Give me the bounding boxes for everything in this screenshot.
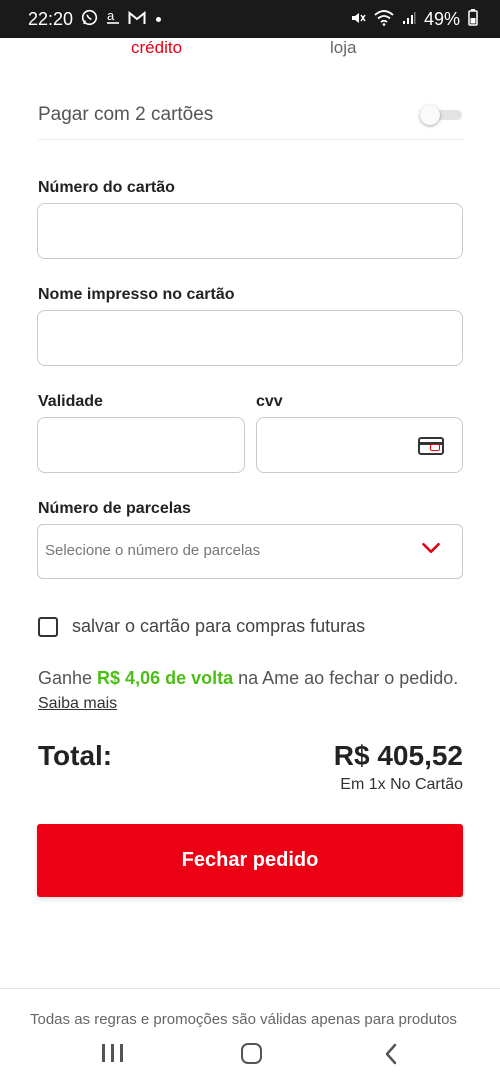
card-number-input[interactable] <box>37 203 463 259</box>
name-on-card-input[interactable] <box>37 310 463 366</box>
name-on-card-label: Nome impresso no cartão <box>38 286 235 303</box>
installments-select[interactable]: Selecione o número de parcelas <box>37 524 463 579</box>
two-cards-row: Pagar com 2 cartões <box>38 100 464 140</box>
cvv-label: cvv <box>256 393 283 410</box>
saiba-mais-link[interactable]: Saiba mais <box>38 695 117 712</box>
mute-icon <box>350 10 366 29</box>
tab-credito[interactable]: crédito <box>131 38 182 58</box>
cashback-suffix: na Ame ao fechar o pedido. <box>233 668 459 688</box>
tab-loja[interactable]: loja <box>330 38 356 58</box>
svg-text:a: a <box>107 9 115 23</box>
wifi-icon <box>374 9 394 29</box>
cvv-input[interactable] <box>256 417 463 473</box>
status-bar: 22:20 a 49% <box>0 0 500 38</box>
two-cards-label: Pagar com 2 cartões <box>38 104 214 125</box>
home-icon[interactable] <box>241 1043 262 1064</box>
signal-icon <box>402 11 416 28</box>
whatsapp-icon <box>81 9 98 29</box>
save-card-row[interactable]: salvar o cartão para compras futuras <box>38 615 464 641</box>
installments-label: Número de parcelas <box>38 500 191 517</box>
fechar-pedido-label: Fechar pedido <box>181 849 319 871</box>
footer-divider <box>0 988 500 989</box>
card-number-label: Número do cartão <box>38 179 175 196</box>
installments-placeholder: Selecione o número de parcelas <box>45 542 261 559</box>
expiry-input[interactable] <box>37 417 245 473</box>
payment-tabs: crédito loja <box>0 38 500 60</box>
notification-dot-icon <box>156 16 162 22</box>
save-card-label: salvar o cartão para compras futuras <box>72 616 366 636</box>
gmail-icon <box>128 10 146 28</box>
total-installment-info: Em 1x No Cartão <box>340 776 463 793</box>
status-left: 22:20 a <box>28 8 162 30</box>
total-label: Total: <box>38 740 113 771</box>
two-cards-toggle[interactable] <box>420 105 464 125</box>
save-card-checkbox[interactable] <box>38 617 58 637</box>
status-right: 49% <box>350 9 478 30</box>
cashback-info: Ganhe R$ 4,06 de volta na Ame ao fechar … <box>38 666 464 716</box>
chevron-down-icon <box>422 542 440 554</box>
amazon-icon: a <box>106 8 120 29</box>
expiry-label: Validade <box>38 393 103 410</box>
battery-icon <box>468 9 478 29</box>
battery-percent: 49% <box>423 8 460 29</box>
navigation-bar <box>0 1028 500 1082</box>
back-icon[interactable] <box>383 1043 399 1065</box>
status-time: 22:20 <box>28 8 74 29</box>
credit-card-icon <box>418 437 444 455</box>
fechar-pedido-button[interactable]: Fechar pedido <box>37 824 463 897</box>
cashback-amount: R$ 4,06 de volta <box>97 668 234 688</box>
cashback-prefix: Ganhe <box>38 668 98 688</box>
recents-icon[interactable] <box>102 1044 124 1062</box>
footer-disclaimer: Todas as regras e promoções são válidas … <box>30 1011 457 1028</box>
total-value: R$ 405,52 <box>333 740 463 771</box>
toggle-knob <box>420 105 440 125</box>
